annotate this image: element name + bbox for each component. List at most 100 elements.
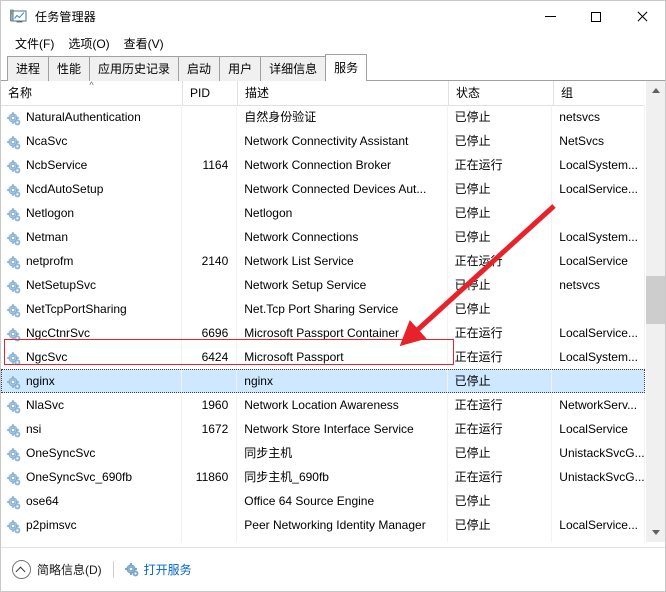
menu-options[interactable]: 选项(O) xyxy=(61,33,116,54)
minimize-icon xyxy=(544,16,556,17)
tab-details[interactable]: 详细信息 xyxy=(260,56,327,81)
column-header-status[interactable]: 状态 xyxy=(449,81,554,105)
cell-description: Net.Tcp Port Sharing Service xyxy=(237,297,448,321)
column-header-description[interactable]: 描述 xyxy=(238,81,449,105)
cell-description: Microsoft Passport Container xyxy=(237,321,448,345)
cell-pid: 6696 xyxy=(182,321,238,345)
open-services-button[interactable]: 打开服务 xyxy=(124,561,192,578)
service-gear-icon xyxy=(7,206,21,222)
service-name-label: NgcSvc xyxy=(26,350,68,364)
service-gear-icon xyxy=(7,494,21,510)
table-row[interactable]: NcaSvc Network Connectivity Assistant 已停止 N… xyxy=(1,129,645,153)
service-name-label: ose64 xyxy=(26,494,59,508)
cell-status: 正在运行 xyxy=(448,417,553,441)
cell-description: Network Store Interface Service xyxy=(237,417,448,441)
status-bar: 简略信息(D) 打开服务 xyxy=(1,547,665,591)
table-row[interactable]: NlaSvc 1960 Network Location Awareness 正在运行… xyxy=(1,393,645,417)
column-header-name[interactable]: 名称 ^ xyxy=(1,81,183,105)
table-row-selected[interactable]: nginx nginx 已停止 xyxy=(1,369,645,393)
vertical-scrollbar[interactable] xyxy=(645,81,665,542)
maximize-button[interactable] xyxy=(573,1,619,32)
fewer-details-button[interactable]: 简略信息(D) xyxy=(12,560,102,579)
tab-services[interactable]: 服务 xyxy=(325,54,368,81)
table-row[interactable]: Netlogon Netlogon 已停止 xyxy=(1,201,645,225)
service-name-label: OneSyncSvc xyxy=(26,446,96,460)
cell-pid xyxy=(182,177,238,201)
cell-group: netsvcs xyxy=(552,273,645,297)
cell-description: Network Connections xyxy=(237,225,448,249)
service-name-label: NcaSvc xyxy=(26,134,68,148)
tab-users[interactable]: 用户 xyxy=(219,56,262,81)
minimize-button[interactable] xyxy=(527,1,573,32)
menu-file[interactable]: 文件(F) xyxy=(8,33,61,54)
close-button[interactable] xyxy=(619,1,665,32)
cell-service-name: OneSyncSvc_690fb xyxy=(1,465,183,489)
service-name-label: NcdAutoSetup xyxy=(26,182,104,196)
cell-group: LocalSystem... xyxy=(552,345,645,369)
cell-status: 已停止 xyxy=(448,225,553,249)
menu-view[interactable]: 查看(V) xyxy=(117,33,171,54)
cell-description: Network Connectivity Assistant xyxy=(237,129,448,153)
table-row[interactable]: netprofm 2140 Network List Service 正在运行 Loca… xyxy=(1,249,645,273)
cell-group: netsvcs xyxy=(552,105,645,129)
service-name-label: NetSetupSvc xyxy=(26,278,97,292)
cell-status: 已停止 xyxy=(448,489,553,513)
table-row[interactable]: NcdAutoSetup Network Connected Devices Au… xyxy=(1,177,645,201)
tab-strip: 进程 性能 应用历史记录 启动 用户 详细信息 服务 xyxy=(1,54,665,81)
table-row[interactable]: NgcSvc 6424 Microsoft Passport 正在运行 LocalSys… xyxy=(1,345,645,369)
column-header-group[interactable]: 组 xyxy=(554,81,647,105)
tab-app-history[interactable]: 应用历史记录 xyxy=(89,56,180,81)
tab-performance[interactable]: 性能 xyxy=(48,56,91,81)
service-gear-icon xyxy=(7,110,21,126)
service-gear-icon xyxy=(7,182,21,198)
scroll-down-button[interactable] xyxy=(646,523,665,542)
table-row[interactable]: p2psvc Peer Networking Grouping已停止LocalSe… xyxy=(1,537,645,542)
cell-pid: 2140 xyxy=(182,249,238,273)
table-row[interactable]: NetSetupSvc Network Setup Service 已停止 netsv… xyxy=(1,273,645,297)
cell-pid xyxy=(182,489,238,513)
table-row[interactable]: Netman Network Connections 已停止 LocalSystem.… xyxy=(1,225,645,249)
task-manager-window: 任务管理器 文件(F) 选项(O) 查看(V) 进程 性能 应用历史记录 启动 … xyxy=(0,0,666,592)
scrollbar-thumb[interactable] xyxy=(646,276,665,324)
cell-service-name: nsi xyxy=(1,417,183,441)
column-header-pid[interactable]: PID xyxy=(183,81,238,105)
window-title: 任务管理器 xyxy=(35,10,97,24)
table-row[interactable]: OneSyncSvc_690fb 11860 同步主机_690fb 正在运行 Unist… xyxy=(1,465,645,489)
service-name-label: OneSyncSvc_690fb xyxy=(26,470,133,484)
table-row[interactable]: nsi 1672 Network Store Interface Service 正在… xyxy=(1,417,645,441)
service-name-label: p2psvc xyxy=(26,537,64,542)
maximize-icon xyxy=(591,11,601,22)
table-row[interactable]: p2pimsvc Peer Networking Identity Manager… xyxy=(1,513,645,537)
sort-ascending-icon: ^ xyxy=(89,81,94,90)
table-row[interactable]: NcbService 1164 Network Connection Broker 正… xyxy=(1,153,645,177)
cell-status: 正在运行 xyxy=(448,153,553,177)
cell-description: Peer Networking Identity Manager xyxy=(237,513,448,537)
cell-group xyxy=(552,297,645,321)
cell-pid: 6424 xyxy=(182,345,238,369)
table-row[interactable]: OneSyncSvc 同步主机 已停止 UnistackSvcG... xyxy=(1,441,645,465)
cell-pid xyxy=(182,537,238,542)
table-row[interactable]: NaturalAuthentication 自然身份验证 已停止 netsvcs xyxy=(1,105,645,129)
tab-processes[interactable]: 进程 xyxy=(7,56,50,81)
scroll-up-button[interactable] xyxy=(646,81,665,100)
cell-group: LocalService... xyxy=(552,537,645,542)
cell-service-name: NcdAutoSetup xyxy=(1,177,183,201)
cell-service-name: NcbService xyxy=(1,153,183,177)
cell-description: Netlogon xyxy=(237,201,448,225)
table-row[interactable]: NgcCtnrSvc 6696 Microsoft Passport Contain… xyxy=(1,321,645,345)
cell-service-name: p2pimsvc xyxy=(1,513,183,537)
service-name-label: Netlogon xyxy=(26,206,75,220)
table-row[interactable]: NetTcpPortSharing Net.Tcp Port Sharing Se… xyxy=(1,297,645,321)
service-name-label: NcbService xyxy=(26,158,88,172)
tab-startup[interactable]: 启动 xyxy=(178,56,221,81)
cell-pid xyxy=(182,105,238,129)
cell-group: UnistackSvcG... xyxy=(552,441,645,465)
cell-service-name: NlaSvc xyxy=(1,393,183,417)
table-row[interactable]: ose64 Office 64 Source Engine 已停止 xyxy=(1,489,645,513)
cell-description: Peer Networking Grouping xyxy=(237,537,448,542)
cell-service-name: Netman xyxy=(1,225,183,249)
status-bar-divider xyxy=(112,561,114,578)
cell-service-name: NetSetupSvc xyxy=(1,273,183,297)
service-name-label: NlaSvc xyxy=(26,398,65,412)
cell-pid xyxy=(182,513,238,537)
